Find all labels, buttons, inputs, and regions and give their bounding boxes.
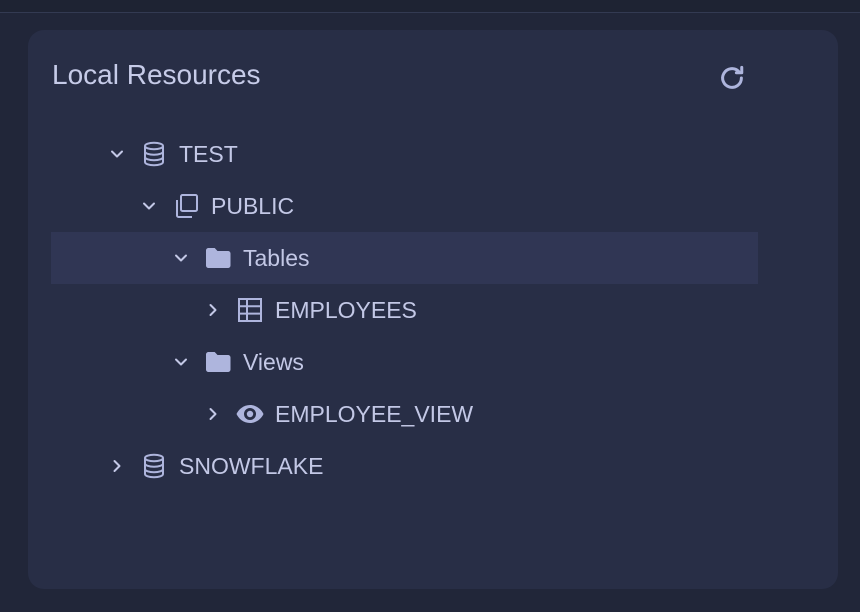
chevron-down-icon[interactable] xyxy=(107,144,127,164)
tree-item-tables[interactable]: Tables xyxy=(51,232,758,284)
tree-item-label: TEST xyxy=(179,140,238,167)
tree-item-label: EMPLOYEE_VIEW xyxy=(275,400,474,427)
refresh-icon xyxy=(717,63,747,93)
folder-icon xyxy=(203,243,233,273)
table-icon xyxy=(235,295,265,325)
folder-icon xyxy=(203,347,233,377)
tree-item-label: SNOWFLAKE xyxy=(179,452,324,479)
tree-item-employees[interactable]: EMPLOYEES xyxy=(51,284,758,336)
resource-tree: TEST PUBLIC Tables EMPLOYEES Views EMPLO… xyxy=(51,128,758,492)
tree-item-label: PUBLIC xyxy=(211,192,295,219)
tree-item-label: Views xyxy=(243,348,304,375)
database-icon xyxy=(139,451,169,481)
chevron-down-icon[interactable] xyxy=(139,196,159,216)
chevron-right-icon[interactable] xyxy=(203,300,223,320)
tree-item-label: EMPLOYEES xyxy=(275,296,417,323)
tree-item-views[interactable]: Views xyxy=(51,336,758,388)
tree-item-snowflake[interactable]: SNOWFLAKE xyxy=(51,440,758,492)
eye-icon xyxy=(235,399,265,429)
schema-icon xyxy=(171,191,201,221)
tree-item-test[interactable]: TEST xyxy=(51,128,758,180)
refresh-button[interactable] xyxy=(716,62,748,94)
chevron-down-icon[interactable] xyxy=(171,352,191,372)
tree-item-employee-view[interactable]: EMPLOYEE_VIEW xyxy=(51,388,758,440)
chevron-right-icon[interactable] xyxy=(107,456,127,476)
chevron-right-icon[interactable] xyxy=(203,404,223,424)
panel-title: Local Resources xyxy=(52,59,261,90)
tree-item-label: Tables xyxy=(243,244,310,271)
top-bar xyxy=(0,0,860,13)
chevron-down-icon[interactable] xyxy=(171,248,191,268)
tree-item-public[interactable]: PUBLIC xyxy=(51,180,758,232)
database-icon xyxy=(139,139,169,169)
